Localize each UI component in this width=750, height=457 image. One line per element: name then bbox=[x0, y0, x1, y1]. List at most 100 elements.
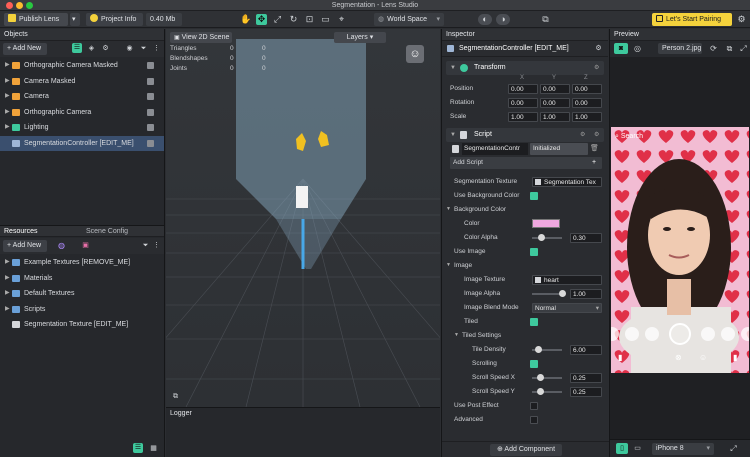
transform-z-field[interactable]: 0.00 bbox=[572, 97, 602, 108]
zoom-window-button[interactable] bbox=[26, 2, 33, 9]
add-component-button[interactable]: ⊕ Add Component bbox=[490, 444, 562, 456]
lens-preview[interactable]: ⌕ Search ▮ ⊗ ☺ ▮ bbox=[611, 127, 749, 373]
use-background-color-checkbox[interactable] bbox=[530, 191, 538, 200]
gear-icon[interactable]: ⚙ bbox=[100, 43, 111, 54]
list-view-icon[interactable]: ☰ bbox=[72, 43, 82, 53]
project-info-button[interactable]: Project Info bbox=[86, 13, 143, 26]
expand-arrow-icon[interactable]: ▶ bbox=[5, 120, 10, 135]
expand-arrow-icon[interactable]: ▶ bbox=[5, 89, 10, 104]
visibility-checkbox[interactable] bbox=[147, 139, 154, 147]
resource-item[interactable]: ▶ Scripts bbox=[0, 302, 164, 317]
image-texture-field[interactable]: heart bbox=[532, 274, 602, 285]
snapchat-ghost-icon[interactable]: ☺ bbox=[406, 45, 424, 63]
rect-tool-icon[interactable]: ▭ bbox=[320, 14, 331, 25]
grid-view-icon[interactable]: ▦ bbox=[148, 443, 159, 454]
hand-tool-icon[interactable]: ✋ bbox=[240, 14, 251, 25]
expand-arrow-icon[interactable]: ▶ bbox=[5, 58, 10, 73]
transform-y-field[interactable]: 1.00 bbox=[540, 111, 570, 122]
marketplace-icon[interactable]: ◍ bbox=[56, 240, 67, 251]
capture-icon[interactable]: ⧉ bbox=[724, 43, 735, 54]
scroll-speed-y-slider-handle[interactable] bbox=[536, 388, 544, 395]
camera-switch-icon[interactable]: ◎ bbox=[632, 43, 643, 54]
script-gear-icon[interactable]: ⚙ bbox=[580, 128, 585, 142]
scroll-speed-x-slider-handle[interactable] bbox=[536, 374, 544, 381]
person-select[interactable]: Person 2.jpg bbox=[658, 43, 702, 54]
transform-z-field[interactable]: 1.00 bbox=[572, 111, 602, 122]
color-alpha-slider-handle[interactable] bbox=[538, 234, 545, 241]
lens-carousel-item[interactable] bbox=[721, 327, 735, 341]
popout-icon[interactable]: ⤢ bbox=[738, 43, 749, 54]
more-icon[interactable]: ⋮ bbox=[151, 240, 162, 251]
more-icon[interactable]: ⋮ bbox=[151, 43, 162, 54]
image-alpha-field[interactable]: 1.00 bbox=[570, 288, 602, 299]
scrolling-checkbox[interactable] bbox=[530, 359, 538, 368]
close-lens-icon[interactable]: ⊗ bbox=[675, 353, 682, 362]
color-alpha-field[interactable]: 0.30 bbox=[570, 232, 602, 243]
image-alpha-slider-handle[interactable] bbox=[559, 290, 566, 297]
tablet-frame-icon[interactable]: ▭ bbox=[632, 443, 643, 454]
lens-carousel-item[interactable] bbox=[701, 327, 715, 341]
collapse-icon[interactable]: ▼ bbox=[446, 203, 451, 216]
layers-dropdown[interactable]: Layers ▾ bbox=[334, 32, 386, 43]
move-tool-icon[interactable]: ✥ bbox=[256, 14, 267, 25]
flip-icon[interactable]: ▮ bbox=[733, 353, 737, 362]
layers-icon[interactable]: ◈ bbox=[86, 43, 97, 54]
color-swatch[interactable] bbox=[532, 219, 560, 228]
expand-arrow-icon[interactable]: ▶ bbox=[5, 271, 10, 286]
publish-lens-button[interactable]: Publish Lens bbox=[4, 13, 68, 26]
advanced-checkbox[interactable] bbox=[530, 415, 538, 424]
memories-icon[interactable]: ▮ bbox=[618, 353, 622, 362]
view-2d-scene-button[interactable]: ▣ View 2D Scene bbox=[170, 32, 232, 43]
close-window-button[interactable] bbox=[6, 2, 13, 9]
expand-arrow-icon[interactable]: ▶ bbox=[5, 105, 10, 120]
transform-y-field[interactable]: 0.00 bbox=[540, 83, 570, 94]
objects-add-new-button[interactable]: + Add New bbox=[3, 43, 47, 55]
expand-arrow-icon[interactable]: ▶ bbox=[5, 74, 10, 89]
visibility-checkbox[interactable] bbox=[147, 62, 154, 69]
transform-menu-icon[interactable]: ⚙ bbox=[594, 61, 599, 75]
visibility-checkbox[interactable] bbox=[147, 93, 154, 100]
resource-item[interactable]: Segmentation Texture [EDIT_ME] bbox=[0, 317, 164, 332]
transform-x-field[interactable]: 1.00 bbox=[508, 111, 538, 122]
use-post-effect-checkbox[interactable] bbox=[530, 401, 538, 410]
rotate-tool-icon[interactable]: ↻ bbox=[288, 14, 299, 25]
transform-z-field[interactable]: 0.00 bbox=[572, 83, 602, 94]
resource-item[interactable]: ▶ Materials bbox=[0, 271, 164, 286]
snapchat-camera-icon[interactable]: ◐ bbox=[478, 14, 492, 25]
resources-add-new-button[interactable]: + Add New bbox=[3, 240, 47, 252]
transform-y-field[interactable]: 0.00 bbox=[540, 97, 570, 108]
color-alpha-slider-track[interactable] bbox=[532, 236, 562, 239]
filter-icon[interactable]: ⏷ bbox=[140, 240, 151, 251]
pivot-tool-icon[interactable]: ⌖ bbox=[336, 14, 347, 25]
settings-gear-icon[interactable]: ⚙ bbox=[736, 14, 747, 25]
minimize-window-button[interactable] bbox=[16, 2, 23, 9]
eye-icon[interactable]: ◉ bbox=[124, 43, 135, 54]
pairing-icon[interactable]: ◑ bbox=[496, 14, 510, 25]
tiled-checkbox[interactable] bbox=[530, 317, 538, 326]
scene-viewport[interactable]: ▣ View 2D Scene Layers ▾ Triangles 0 0 Blen… bbox=[166, 29, 440, 407]
expand-arrow-icon[interactable]: ▶ bbox=[5, 286, 10, 301]
script-menu-icon[interactable]: ⚙ bbox=[594, 128, 599, 142]
scroll-speed-y-field[interactable]: 0.25 bbox=[570, 386, 602, 397]
space-select[interactable]: ◍ World Space ▾ bbox=[374, 13, 444, 26]
lens-carousel-item[interactable] bbox=[645, 327, 659, 341]
transform-header[interactable]: ▼ Transform ⚙ bbox=[446, 61, 604, 75]
publish-dropdown-icon[interactable]: ▾ bbox=[70, 13, 80, 26]
object-item[interactable]: ▶ Lighting bbox=[0, 120, 164, 135]
add-script-button[interactable]: Add Script + bbox=[450, 157, 602, 169]
expand-arrow-icon[interactable]: ▶ bbox=[5, 255, 10, 270]
object-item[interactable]: ▶ Orthographic Camera Masked bbox=[0, 58, 164, 73]
filter-icon[interactable]: ⏷ bbox=[138, 43, 149, 54]
resource-item[interactable]: ▶ Example Textures [REMOVE_ME] bbox=[0, 255, 164, 270]
collapse-icon[interactable]: ▼ bbox=[454, 329, 459, 342]
refresh-icon[interactable]: ⟳ bbox=[708, 43, 719, 54]
object-item[interactable]: ▶ Camera bbox=[0, 89, 164, 104]
person-preview-icon[interactable]: ◙ bbox=[614, 43, 628, 54]
use-image-checkbox[interactable] bbox=[530, 247, 538, 256]
transform-x-field[interactable]: 0.00 bbox=[508, 83, 538, 94]
phone-frame-icon[interactable]: ▯ bbox=[616, 443, 628, 454]
object-item[interactable]: SegmentationController [EDIT_ME] bbox=[0, 135, 164, 151]
translate-tool-icon[interactable]: ⤢ bbox=[272, 14, 283, 25]
lens-carousel-item[interactable] bbox=[625, 327, 639, 341]
camera-gizmo[interactable] bbox=[296, 186, 308, 208]
